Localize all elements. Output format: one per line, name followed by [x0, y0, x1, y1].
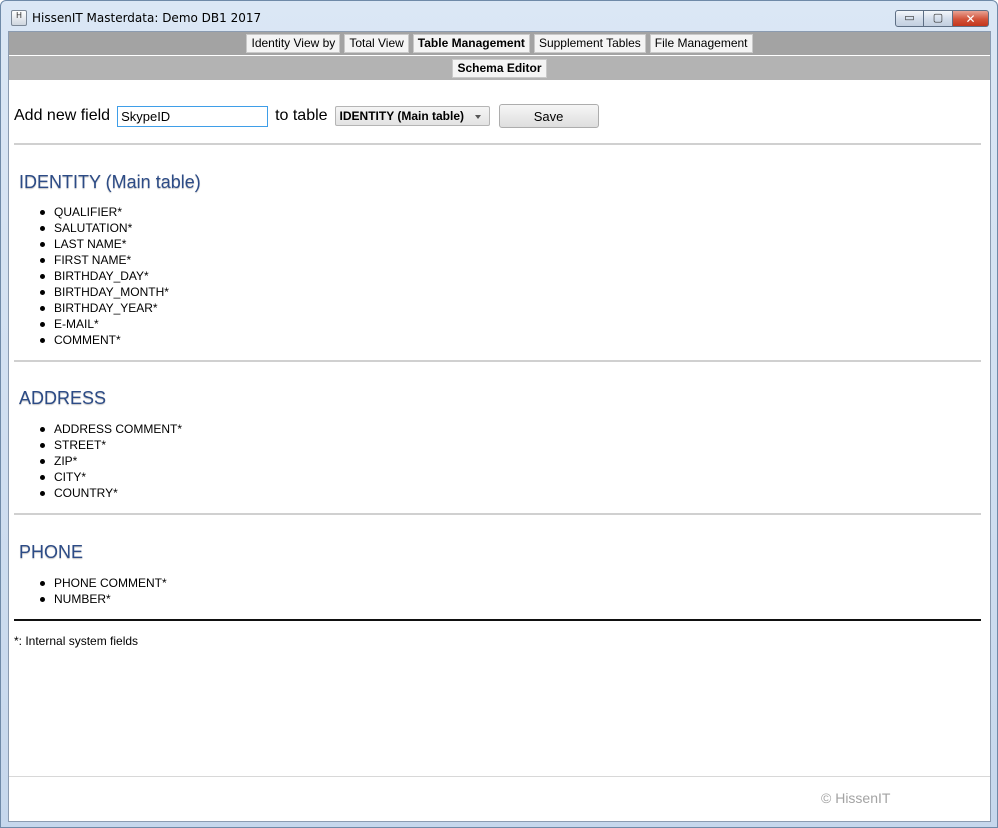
close-icon: ✕ — [965, 11, 976, 26]
footnote: *: Internal system fields — [14, 634, 139, 648]
close-button[interactable]: ✕ — [953, 10, 989, 27]
minimize-icon: ▭ — [904, 12, 915, 24]
to-table-label: to table — [275, 107, 328, 124]
list-item: SALUTATION* — [40, 220, 169, 236]
list-item: PHONE COMMENT* — [40, 576, 167, 590]
selected-table-value: IDENTITY (Main table) — [339, 109, 464, 123]
address-field-list: ADDRESS COMMENT* STREET* ZIP* CITY* COUN… — [39, 421, 183, 501]
title-bar[interactable]: H HissenIT Masterdata: Demo DB1 2017 ▭ ▢… — [1, 1, 997, 31]
list-item: LAST NAME* — [40, 236, 169, 252]
app-icon[interactable]: H — [11, 10, 27, 26]
divider — [14, 143, 981, 145]
list-item: BIRTHDAY_DAY* — [40, 268, 169, 284]
sub-nav: Schema Editor — [9, 56, 990, 80]
section-title-address: ADDRESS — [19, 388, 107, 408]
tab-table-management[interactable]: Table Management — [412, 34, 530, 53]
list-item: COUNTRY* — [39, 485, 182, 501]
maximize-icon: ▢ — [932, 12, 944, 24]
footer-divider — [9, 776, 990, 777]
list-item: CITY* — [39, 469, 182, 485]
list-item: ZIP* — [39, 453, 182, 469]
list-item: BIRTHDAY_YEAR* — [40, 300, 169, 316]
section-title-phone: PHONE — [19, 542, 84, 562]
list-item: NUMBER* — [40, 591, 167, 607]
tab-supplement-tables[interactable]: Supplement Tables — [533, 34, 646, 53]
identity-field-list: QUALIFIER* SALUTATION* LAST NAME* FIRST … — [40, 204, 169, 348]
table-select[interactable]: IDENTITY (Main table) — [334, 106, 490, 126]
minimize-button[interactable]: ▭ — [895, 10, 924, 27]
list-item: STREET* — [39, 437, 182, 453]
tab-total-view[interactable]: Total View — [344, 34, 409, 53]
divider — [14, 513, 981, 515]
app-window: H HissenIT Masterdata: Demo DB1 2017 ▭ ▢… — [0, 0, 998, 828]
list-item: FIRST NAME* — [40, 252, 169, 268]
window-controls: ▭ ▢ ✕ — [895, 10, 989, 28]
copyright: © HissenIT — [821, 790, 891, 806]
add-field-label: Add new field — [14, 107, 111, 124]
new-field-input[interactable] — [117, 105, 269, 127]
tab-schema-editor[interactable]: Schema Editor — [452, 58, 547, 78]
section-title-identity: IDENTITY (Main table) — [19, 172, 201, 192]
client-area: Identity View by Total View Table Manage… — [8, 31, 991, 822]
chevron-down-icon — [474, 115, 481, 119]
divider-dark — [14, 619, 981, 621]
list-item: ADDRESS COMMENT* — [39, 422, 183, 436]
add-field-form: Add new field to table IDENTITY (Main ta… — [14, 104, 599, 128]
maximize-button[interactable]: ▢ — [924, 10, 953, 27]
tab-file-management[interactable]: File Management — [649, 34, 753, 53]
list-item: QUALIFIER* — [40, 204, 169, 220]
tab-identity-view-by[interactable]: Identity View by — [246, 34, 341, 53]
list-item: E-MAIL* — [40, 316, 169, 332]
list-item: COMMENT* — [40, 332, 169, 348]
main-nav: Identity View by Total View Table Manage… — [9, 32, 990, 55]
divider — [14, 360, 981, 362]
window-title: HissenIT Masterdata: Demo DB1 2017 — [32, 11, 262, 25]
save-button[interactable]: Save — [498, 104, 599, 128]
list-item: BIRTHDAY_MONTH* — [40, 285, 169, 299]
phone-field-list: PHONE COMMENT* NUMBER* — [40, 575, 167, 607]
